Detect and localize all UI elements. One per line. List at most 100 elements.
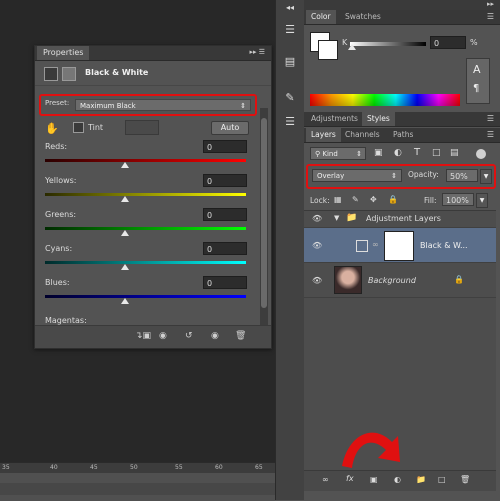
new-adjustment-layer-icon[interactable]: ◐ [394,475,401,484]
search-icon: ⚲ [315,150,321,158]
3d-icon[interactable]: ▤ [282,54,298,70]
tab-styles[interactable]: Styles [362,112,395,126]
blend-mode-select[interactable]: Overlay ⇕ [312,169,402,182]
pixel-filter-icon[interactable]: ▣ [374,148,383,158]
character-icon[interactable]: A [473,63,481,76]
new-layer-icon[interactable]: □ [438,475,446,484]
history-icon[interactable]: ☰ [282,22,298,38]
auto-button[interactable]: Auto [211,121,249,135]
shape-filter-icon[interactable]: □ [432,148,441,158]
link-layers-icon[interactable]: ∞ [322,475,329,484]
adjustment-layer-name: Black & W... [420,241,468,250]
color-slider-track[interactable] [45,261,246,264]
tab-channels[interactable]: Channels [340,128,385,142]
status-bar: 35 40 45 50 55 60 65 [0,462,275,501]
layer-mask-thumbnail[interactable] [384,231,414,261]
fx-icon[interactable]: fx [346,474,354,483]
k-slider-thumb[interactable] [348,44,356,50]
properties-scrollbar[interactable] [260,108,268,336]
properties-toggle-icon[interactable]: ☰ [282,114,298,130]
adjustment-filter-icon[interactable]: ◐ [394,148,402,158]
delete-icon[interactable]: 🗑 [235,331,246,341]
color-slider-track[interactable] [45,159,246,162]
lock-transparent-icon[interactable]: ▦ [334,195,342,204]
background-color[interactable] [318,40,338,60]
view-previous-icon[interactable]: ◉ [159,331,167,341]
slider-value-field[interactable]: 0 [203,242,247,255]
k-slider[interactable] [350,42,426,46]
smart-object-filter-icon[interactable]: ▤ [450,148,459,158]
color-slider-track[interactable] [45,227,246,230]
lock-all-icon[interactable]: 🔒 [388,195,398,204]
adjustment-icon[interactable] [44,67,58,81]
visibility-icon[interactable]: ◉ [211,331,219,341]
type-filter-icon[interactable]: T [414,147,420,158]
color-slider-track[interactable] [45,295,246,298]
mask-icon[interactable] [62,67,76,81]
clip-to-layer-icon[interactable]: ↴▣ [135,331,151,341]
updown-icon: ⇕ [356,150,362,158]
background-layer-row[interactable]: 👁 Background 🔒 [304,263,496,298]
tint-color-swatch[interactable] [125,120,159,135]
slider-value-field[interactable]: 0 [203,140,247,153]
background-thumbnail[interactable] [334,266,362,294]
adjustment-layer-row[interactable]: 👁 ∞ Black & W... [304,228,496,263]
panel-menu-icon[interactable]: ☰ [487,130,494,139]
link-icon[interactable]: ∞ [372,240,379,249]
tab-layers[interactable]: Layers [306,128,341,142]
brush-icon[interactable]: ✎ [282,90,298,106]
ruler-label: 45 [90,464,98,471]
add-mask-icon[interactable]: ▣ [370,475,378,484]
scrollbar-thumb[interactable] [261,118,267,308]
group-name: Adjustment Layers [366,214,441,223]
panel-menu-icon[interactable]: ☰ [487,114,494,123]
preset-select[interactable]: Maximum Black ⇕ [75,99,251,111]
properties-tab[interactable]: Properties [37,46,90,60]
new-group-icon[interactable]: 📁 [416,475,426,484]
slider-value-field[interactable]: 0 [203,174,247,187]
fill-label: Fill: [424,196,437,205]
tint-checkbox[interactable] [73,122,84,133]
slider-thumb[interactable] [121,196,130,202]
color-spectrum[interactable] [310,94,460,106]
visibility-eye-icon[interactable]: 👁 [312,241,322,250]
opacity-dropdown-icon[interactable]: ▼ [480,169,492,184]
slider-thumb[interactable] [121,264,130,270]
kind-filter-select[interactable]: ⚲ Kind ⇕ [310,147,366,160]
tab-paths[interactable]: Paths [388,128,418,142]
collapse-icon[interactable]: ◂◂ [282,0,298,16]
group-expand-icon[interactable]: ▼ [334,214,339,222]
panel-menu-icon[interactable]: ☰ [487,12,494,21]
tab-color[interactable]: Color [306,10,336,24]
fill-field[interactable]: 100% [442,193,474,206]
k-unit: % [470,38,478,47]
tab-adjustments[interactable]: Adjustments [306,112,363,126]
visibility-eye-icon[interactable]: 👁 [312,276,322,285]
fill-dropdown-icon[interactable]: ▼ [476,193,488,208]
slider-value-field[interactable]: 0 [203,208,247,221]
slider-thumb[interactable] [121,162,130,168]
delete-layer-icon[interactable]: 🗑 [460,475,470,484]
visibility-eye-icon[interactable]: 👁 [312,214,322,223]
tab-swatches[interactable]: Swatches [340,10,386,24]
opacity-field[interactable]: 50% [446,169,478,182]
slider-label: Reds: [45,142,68,151]
reset-icon[interactable]: ↺ [185,331,193,341]
slider-thumb[interactable] [121,230,130,236]
hand-icon[interactable]: ✋ [45,122,59,135]
lock-position-icon[interactable]: ✥ [370,195,377,204]
k-value-field[interactable]: 0 [430,36,466,49]
paragraph-icon[interactable]: ¶ [473,83,479,94]
folder-icon: 📁 [346,213,358,223]
layer-group-row[interactable]: 👁 ▼ 📁 Adjustment Layers [304,211,496,228]
properties-header[interactable]: Properties ▸▸ ☰ [35,46,271,61]
filter-toggle[interactable] [476,149,486,159]
preset-highlight: Preset: Maximum Black ⇕ [39,94,257,116]
color-slider-track[interactable] [45,193,246,196]
expand-icon[interactable]: ▸▸ [487,0,494,8]
panel-menu-icon[interactable]: ▸▸ ☰ [249,48,265,56]
adjust-tabbar: Adjustments Styles ☰ [304,112,500,127]
slider-value-field[interactable]: 0 [203,276,247,289]
slider-thumb[interactable] [121,298,130,304]
lock-image-icon[interactable]: ✎ [352,195,359,204]
